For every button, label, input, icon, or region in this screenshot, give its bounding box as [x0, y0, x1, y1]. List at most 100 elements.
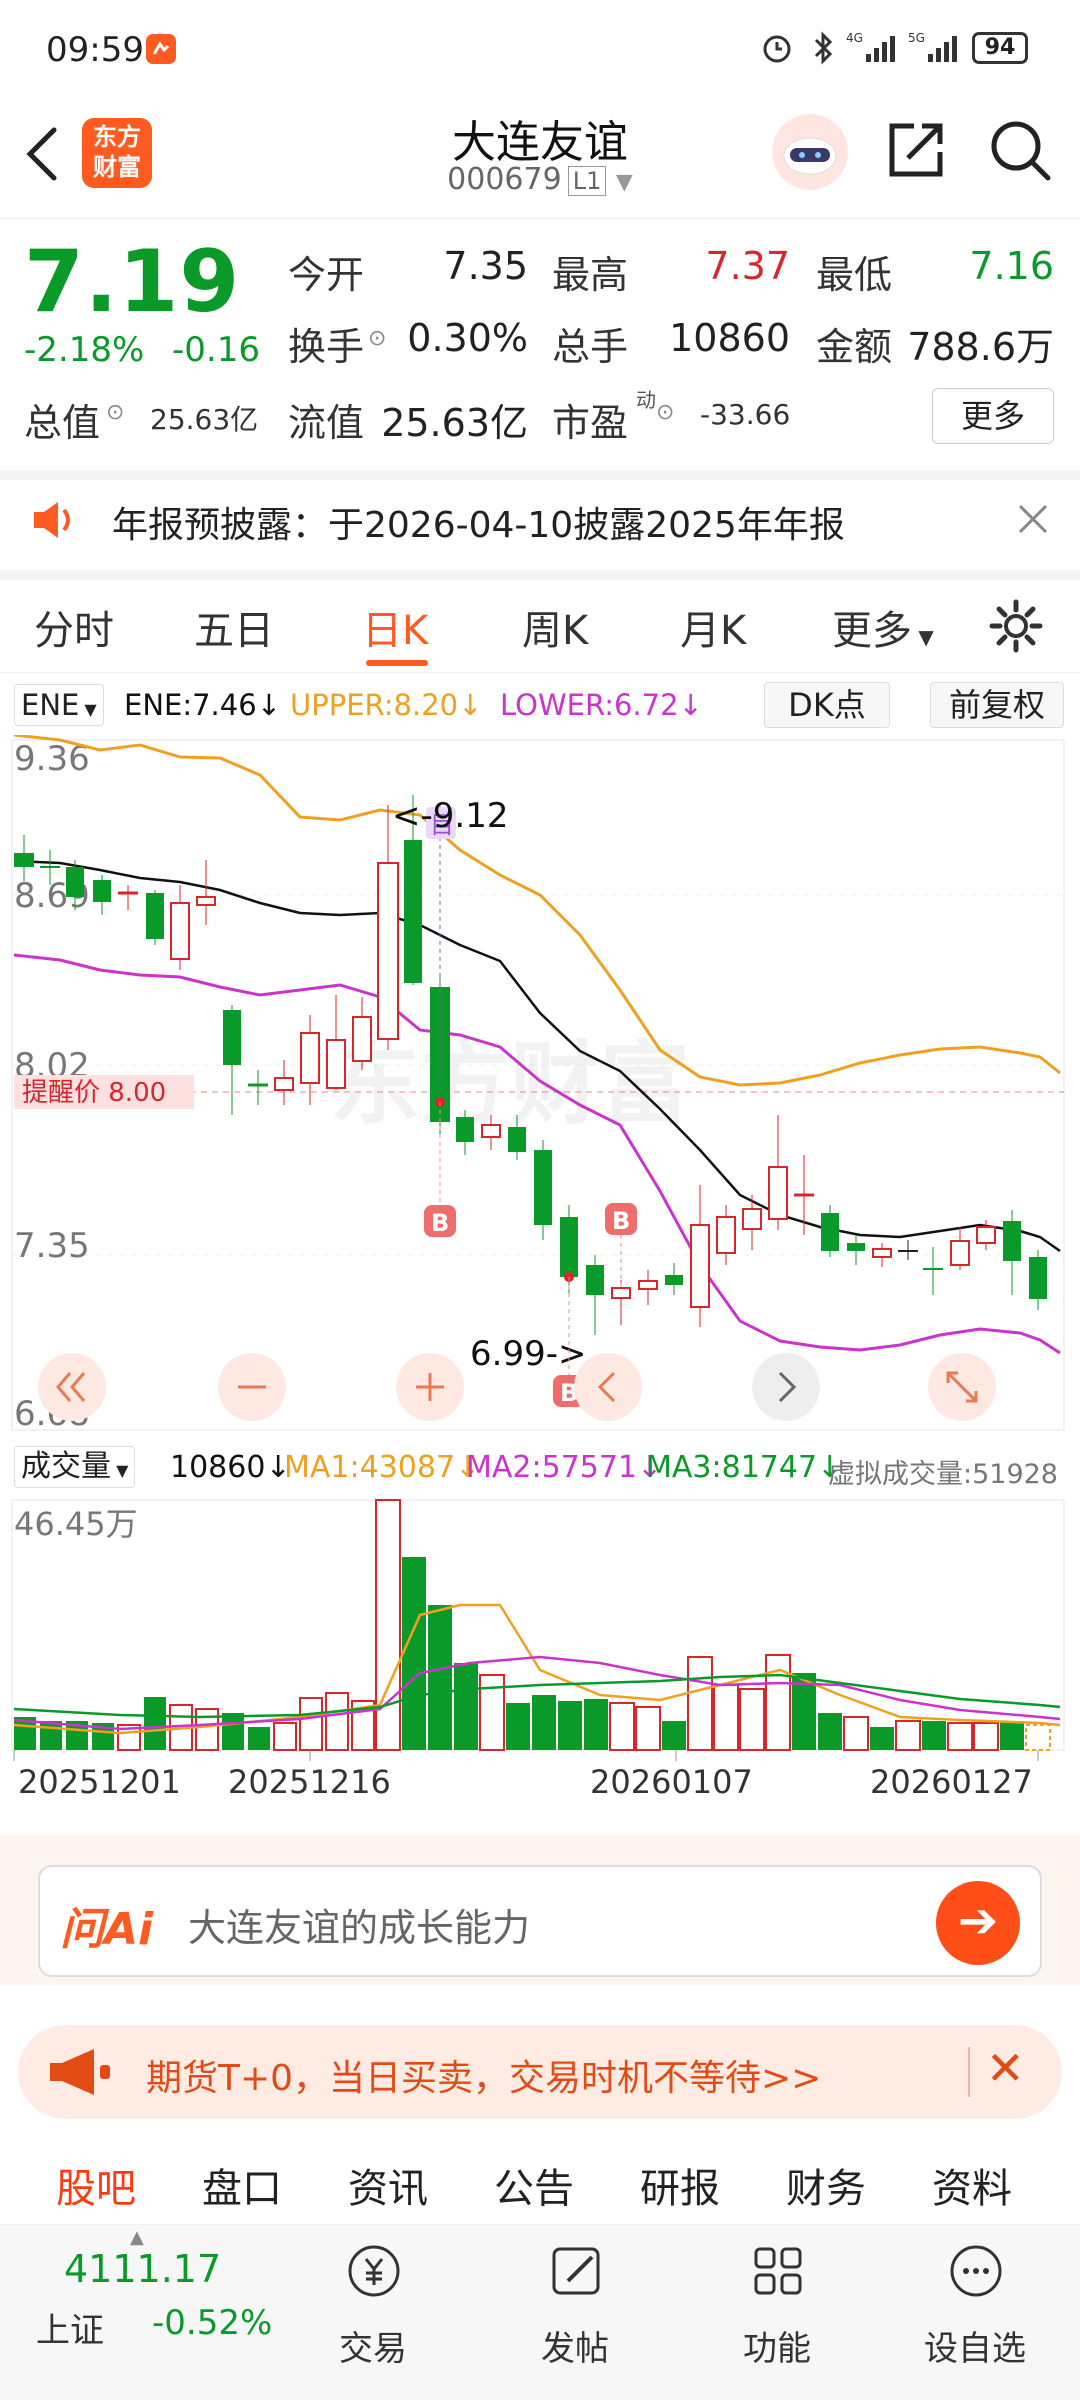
zoom-in-button[interactable]: [396, 1353, 464, 1421]
promo-divider: [968, 2047, 970, 2097]
float-value: 25.63亿: [381, 401, 528, 445]
status-time: 09:59: [46, 30, 144, 70]
volume-indicator-select[interactable]: 成交量 ▼: [14, 1446, 136, 1488]
zoom-out-button[interactable]: [218, 1353, 286, 1421]
ma3-value: MA3:81747↓: [646, 1450, 843, 1485]
index-ticker[interactable]: ▲ 4111.17 上证 -0.52%: [0, 2225, 272, 2400]
volume-bar: [843, 1716, 869, 1751]
share-icon[interactable]: [884, 118, 948, 182]
tab-finance[interactable]: 财务: [786, 2156, 866, 2214]
promo-banner[interactable]: 期货T+0，当日买卖，交易时机不等待>> ✕: [18, 2025, 1062, 2119]
kline-chart[interactable]: 东方财富 9.36 8.69 8.02 7.35 6.68 提醒价 8.00: [0, 735, 1080, 1435]
tab-intraday[interactable]: 分时: [34, 598, 114, 656]
quote-panel: 7.19 -2.18% -0.16 今开 7.35 最高 7.37 最低 7.1…: [0, 220, 1080, 480]
index-value: 4111.17: [64, 2247, 222, 2291]
date-label-2: 20251216: [228, 1763, 391, 1801]
high-label: 最高: [552, 253, 629, 297]
ma2-value: MA2:57571↓: [466, 1450, 663, 1485]
back-arrow-icon[interactable]: [20, 122, 64, 186]
robot-assistant-icon[interactable]: [770, 112, 850, 192]
scroll-left-fast-button[interactable]: [38, 1353, 106, 1421]
volume-bar: [870, 1727, 894, 1750]
volume-bar: [40, 1721, 62, 1750]
candle: [14, 835, 34, 881]
scroll-left-button[interactable]: [574, 1353, 642, 1421]
low-value: 7.16: [969, 244, 1054, 288]
candle: [638, 1270, 658, 1305]
pe-dynamic-sup: 动: [636, 388, 656, 412]
volume-chart[interactable]: 46.45万 20251201 20251216 20260107 202601…: [0, 1495, 1080, 1815]
tab-monthly-k[interactable]: 月K: [680, 598, 746, 656]
eastmoney-logo: 东方 财富: [82, 118, 152, 188]
adjust-button[interactable]: 前复权: [930, 682, 1064, 728]
close-icon[interactable]: [1016, 502, 1050, 536]
change-percent: -2.18%: [24, 330, 145, 370]
vol-text: 10860: [170, 1450, 266, 1485]
ma1-text: MA1:43087: [284, 1450, 456, 1485]
volume-bar: [922, 1721, 946, 1750]
volume-indicator-name: 成交量: [21, 1449, 111, 1484]
tab-news[interactable]: 资讯: [348, 2156, 428, 2214]
tab-pankou[interactable]: 盘口: [202, 2156, 282, 2214]
ask-ai-input[interactable]: 问Ai 大连友谊的成长能力 ➔: [38, 1865, 1042, 1977]
info-circle-icon[interactable]: ⊙: [106, 400, 124, 425]
notice-banner[interactable]: 年报预披露：于2026-04-10披露2025年年报: [0, 470, 1080, 580]
lower-value: LOWER:6.72↓: [500, 688, 703, 722]
date-label-4: 20260127: [870, 1763, 1033, 1801]
tab-weekly-k[interactable]: 周K: [522, 598, 588, 656]
tab-more[interactable]: 更多 ▼: [832, 598, 934, 656]
candle: [768, 1115, 788, 1230]
signal-5g-icon: 5G: [908, 31, 957, 62]
tab-daily-k[interactable]: 日K: [362, 598, 428, 656]
candle: [950, 1227, 970, 1270]
fullscreen-button[interactable]: [928, 1353, 996, 1421]
volume-max-label: 46.45万: [14, 1505, 138, 1543]
volume-bar: [1000, 1721, 1024, 1750]
stock-code-row[interactable]: 000679 L1 ▼: [340, 162, 740, 197]
pe-label: 市盈: [552, 401, 629, 445]
pe-value: -33.66: [700, 398, 791, 431]
alert-price-label: 提醒价 8.00: [22, 1078, 166, 1108]
caret-down-icon: ▼: [912, 625, 934, 649]
post-button[interactable]: 发帖: [520, 2235, 630, 2385]
dk-point-button[interactable]: DK点: [764, 682, 890, 728]
search-icon[interactable]: [988, 118, 1054, 184]
volume-bar: [195, 1708, 219, 1751]
volume-bar: [299, 1697, 323, 1751]
indicator-select[interactable]: ENE ▼: [14, 684, 104, 726]
tab-guba[interactable]: 股吧: [56, 2156, 136, 2214]
ask-ai-submit-button[interactable]: ➔: [936, 1881, 1020, 1965]
scroll-right-button[interactable]: [752, 1353, 820, 1421]
volume-bar: [454, 1663, 478, 1750]
volume-bar: [662, 1721, 686, 1750]
notice-text: 年报预披露：于2026-04-10披露2025年年报: [112, 505, 845, 546]
candle: [274, 1060, 294, 1105]
info-circle-icon[interactable]: ⊙: [368, 326, 386, 351]
volume-bar: [402, 1557, 426, 1750]
volume-bar: [532, 1695, 556, 1750]
tab-announcements[interactable]: 公告: [494, 2156, 574, 2214]
level-badge: L1: [567, 166, 607, 196]
info-circle-icon[interactable]: ⊙: [656, 400, 674, 425]
edit-icon: [552, 2247, 600, 2295]
trade-button[interactable]: 交易: [318, 2235, 428, 2385]
volume-bar: [558, 1701, 582, 1750]
date-label-1: 20251201: [18, 1763, 181, 1801]
tab-research[interactable]: 研报: [640, 2156, 720, 2214]
arrow-right-icon: ➔: [957, 1893, 999, 1949]
close-icon[interactable]: ✕: [986, 2041, 1025, 2095]
candle: [586, 1255, 604, 1335]
tab-profile[interactable]: 资料: [932, 2156, 1012, 2214]
candle: [923, 1247, 943, 1295]
date-label-3: 20260107: [590, 1763, 753, 1801]
status-bar: 09:59 4G 5G 94: [0, 0, 1080, 100]
gear-icon[interactable]: [988, 598, 1044, 654]
functions-button[interactable]: 功能: [722, 2235, 832, 2385]
add-watchlist-button[interactable]: 设自选: [910, 2235, 1040, 2385]
volume-bar: [818, 1713, 842, 1750]
candle: [93, 875, 111, 915]
tab-five-day[interactable]: 五日: [194, 598, 274, 656]
candle: [196, 860, 216, 925]
indicator-bar: ENE ▼ ENE:7.46↓ UPPER:8.20↓ LOWER:6.72↓ …: [0, 680, 1080, 730]
more-quote-button[interactable]: 更多: [932, 388, 1054, 444]
